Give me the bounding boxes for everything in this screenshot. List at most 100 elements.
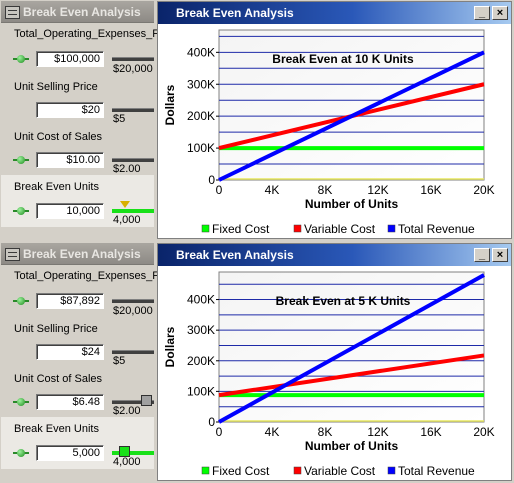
operating-expenses-field[interactable]: $100,000 <box>36 51 104 67</box>
break-even-units-label: Break Even Units <box>14 423 99 435</box>
panel-title: Break Even Analysis <box>23 5 141 19</box>
break-even-units-field[interactable]: 10,000 <box>36 203 104 219</box>
operating-expenses-slider[interactable] <box>112 57 154 61</box>
legend-swatch <box>201 224 210 233</box>
legend-label: Total Revenue <box>398 222 475 236</box>
y-axis-label: Dollars <box>163 84 177 125</box>
minimize-icon[interactable]: _ <box>474 6 490 20</box>
y-tick-label: 400K <box>187 293 215 307</box>
unit-selling-price-label: Unit Selling Price <box>14 323 98 335</box>
unit-cost-label: Unit Cost of Sales <box>14 131 103 143</box>
legend-swatch <box>201 466 210 475</box>
x-tick-label: 20K <box>473 183 494 197</box>
y-tick-label: 200K <box>187 109 215 123</box>
x-tick-label: 0 <box>216 183 223 197</box>
unit-cost-group: Unit Cost of Sales $10.00 $2.00 <box>1 124 154 175</box>
chart-window: Break Even Analysis _ × 0 100K 200K 300K 400… <box>157 1 512 239</box>
unit-selling-price-group: Unit Selling Price $20 $5 <box>1 74 154 125</box>
unit-cost-field[interactable]: $10.00 <box>36 152 104 168</box>
chart-svg: 0 100K 200K 300K 400K 0 4K 8K 12K 16K 20K Number of… <box>163 29 495 236</box>
operating-expenses-slider[interactable] <box>112 299 154 303</box>
x-tick-label: 20K <box>473 425 494 439</box>
unit-cost-min: $2.00 <box>113 163 141 175</box>
break-even-units-group: Break Even Units 10,000 4,000 <box>1 175 154 227</box>
slider-marker-icon[interactable] <box>120 201 130 208</box>
connector-dot-icon[interactable] <box>13 156 29 164</box>
y-tick-label: 0 <box>208 415 215 429</box>
break-even-units-group: Break Even Units 5,000 4,000 <box>1 417 154 469</box>
connector-dot-icon[interactable] <box>13 207 29 215</box>
unit-cost-min: $2.00 <box>113 405 141 417</box>
connector-dot-icon[interactable] <box>13 55 29 63</box>
operating-expenses-label: Total_Operating_Expenses_F <box>14 28 159 40</box>
chart-svg: 0 100K 200K 300K 400K 0 4K 8K 12K 16K 20K Number of… <box>163 271 495 478</box>
unit-selling-price-slider[interactable] <box>112 350 154 354</box>
x-tick-label: 8K <box>318 425 333 439</box>
pane-top: Break Even Analysis Total_Operating_Expe… <box>0 0 514 241</box>
chart-title: Break Even at 5 K Units <box>276 294 411 308</box>
window-title: Break Even Analysis <box>158 244 511 266</box>
pane-bottom: Break Even Analysis Total_Operating_Expe… <box>0 242 514 483</box>
x-axis-label: Number of Units <box>305 197 399 211</box>
break-even-units-field[interactable]: 5,000 <box>36 445 104 461</box>
close-icon[interactable]: × <box>492 6 508 20</box>
close-icon[interactable]: × <box>492 248 508 262</box>
legend-label: Fixed Cost <box>212 222 270 236</box>
break-even-units-min: 4,000 <box>113 214 141 226</box>
unit-cost-label: Unit Cost of Sales <box>14 373 103 385</box>
y-tick-label: 100K <box>187 384 215 398</box>
panel-title: Break Even Analysis <box>23 247 141 261</box>
y-tick-label: 0 <box>208 173 215 187</box>
legend-label: Variable Cost <box>304 222 376 236</box>
legend-swatch <box>293 224 302 233</box>
chart-window: Break Even Analysis _ × 0 100K 200K 300K 400… <box>157 243 512 481</box>
slider-thumb[interactable] <box>141 395 152 406</box>
connector-dot-icon[interactable] <box>13 449 29 457</box>
x-tick-label: 0 <box>216 425 223 439</box>
legend-swatch <box>293 466 302 475</box>
legend-swatch <box>387 466 396 475</box>
operating-expenses-group: Total_Operating_Expenses_F $87,892 $20,0… <box>1 266 159 317</box>
x-tick-label: 4K <box>265 425 280 439</box>
legend-label: Total Revenue <box>398 464 475 478</box>
y-tick-label: 300K <box>187 77 215 91</box>
minimize-icon[interactable]: _ <box>474 248 490 262</box>
x-tick-label: 12K <box>367 183 388 197</box>
chart-title: Break Even at 10 K Units <box>272 52 414 66</box>
operating-expenses-group: Total_Operating_Expenses_F $100,000 $20,… <box>1 24 159 75</box>
unit-selling-price-label: Unit Selling Price <box>14 81 98 93</box>
menu-icon[interactable] <box>5 248 20 261</box>
break-even-chart: 0 100K 200K 300K 400K 0 4K 8K 12K 16K 20K Number of… <box>158 266 511 480</box>
y-tick-label: 200K <box>187 354 215 368</box>
operating-expenses-field[interactable]: $87,892 <box>36 293 104 309</box>
y-tick-label: 300K <box>187 323 215 337</box>
y-tick-label: 100K <box>187 141 215 155</box>
break-even-units-label: Break Even Units <box>14 181 99 193</box>
x-tick-label: 16K <box>420 183 441 197</box>
y-axis-label: Dollars <box>163 326 177 367</box>
unit-cost-slider[interactable] <box>112 158 154 162</box>
operating-expenses-label: Total_Operating_Expenses_F <box>14 270 159 282</box>
legend-label: Fixed Cost <box>212 464 270 478</box>
legend-label: Variable Cost <box>304 464 376 478</box>
input-panel: Break Even Analysis Total_Operating_Expe… <box>1 1 159 239</box>
connector-dot-icon[interactable] <box>13 398 29 406</box>
menu-icon[interactable] <box>5 6 20 19</box>
x-tick-label: 4K <box>265 183 280 197</box>
window-title: Break Even Analysis <box>158 2 511 24</box>
input-panel: Break Even Analysis Total_Operating_Expe… <box>1 243 159 481</box>
x-tick-label: 16K <box>420 425 441 439</box>
x-axis-label: Number of Units <box>305 439 399 453</box>
break-even-units-min: 4,000 <box>113 456 141 468</box>
break-even-units-slider[interactable] <box>112 209 154 213</box>
legend-swatch <box>387 224 396 233</box>
unit-cost-field[interactable]: $6.48 <box>36 394 104 410</box>
unit-selling-price-slider[interactable] <box>112 108 154 112</box>
unit-selling-price-field[interactable]: $20 <box>36 102 104 118</box>
x-tick-label: 8K <box>318 183 333 197</box>
unit-cost-group: Unit Cost of Sales $6.48 $2.00 <box>1 366 154 417</box>
unit-selling-price-field[interactable]: $24 <box>36 344 104 360</box>
connector-dot-icon[interactable] <box>13 297 29 305</box>
break-even-chart: 0 100K 200K 300K 400K 0 4K 8K 12K 16K 20K Number of… <box>158 24 511 238</box>
panel-header: Break Even Analysis <box>1 1 154 23</box>
